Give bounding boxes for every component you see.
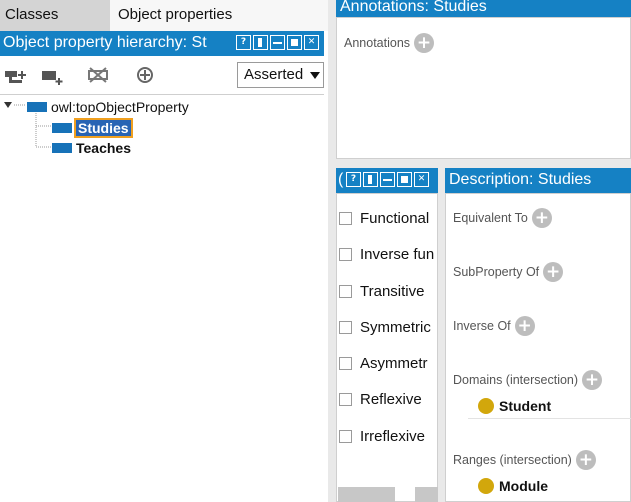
subproperty-of-section: SubProperty Of + (453, 262, 564, 282)
checkbox[interactable] (339, 211, 352, 225)
checkbox[interactable] (339, 320, 352, 334)
split-horizontal-icon[interactable] (270, 35, 285, 50)
tree-node-label: owl:topObjectProperty (51, 99, 189, 115)
characteristic-symmetric[interactable]: Symmetric (339, 317, 437, 337)
characteristic-asymmetric[interactable]: Asymmetr (339, 353, 437, 373)
description-title-bar: Description: Studies (445, 168, 631, 193)
characteristic-functional[interactable]: Functional (339, 208, 437, 228)
split-horizontal-icon[interactable] (380, 172, 395, 187)
bottom-tab[interactable] (338, 487, 395, 502)
add-subproperty-of-icon[interactable]: + (543, 262, 564, 282)
range-entry[interactable]: Module (478, 478, 548, 494)
help-icon[interactable]: ? (346, 172, 361, 187)
tree-node-label: Teaches (76, 140, 131, 156)
characteristic-reflexive[interactable]: Reflexive (339, 389, 437, 409)
checkbox[interactable] (339, 247, 352, 261)
add-equivalent-icon[interactable]: + (531, 208, 552, 228)
class-icon (478, 478, 494, 494)
property-tree: owl:topObjectProperty Studies Teaches (0, 94, 324, 502)
characteristic-irreflexive[interactable]: Irreflexive (339, 426, 437, 446)
annotations-label: Annotations (344, 36, 411, 50)
bottom-tab[interactable] (415, 487, 438, 502)
tree-node-root[interactable]: owl:topObjectProperty (27, 98, 189, 116)
ranges-section: Ranges (intersection) + (453, 450, 596, 470)
hierarchy-title: Object property hierarchy: St (3, 34, 207, 51)
class-icon (478, 398, 494, 414)
characteristic-label: Functional (360, 209, 430, 227)
range-class-label: Module (499, 478, 548, 494)
close-icon[interactable]: ✕ (414, 172, 429, 187)
add-annotation-icon[interactable]: + (414, 33, 435, 53)
add-subproperty-icon[interactable] (4, 64, 30, 86)
domains-label: Domains (intersection) (453, 373, 579, 387)
tab-bar: Classes Object properties (0, 0, 328, 31)
left-pane: Classes Object properties Object propert… (0, 0, 328, 502)
add-range-icon[interactable]: + (575, 450, 596, 470)
chevron-down-icon (310, 72, 320, 79)
annotations-title-bar: Annotations: Studies (336, 0, 631, 17)
equivalent-to-section: Equivalent To + (453, 208, 552, 228)
subproperty-of-label: SubProperty Of (453, 265, 540, 279)
domains-section: Domains (intersection) + (453, 370, 603, 390)
characteristics-title-bar: ( ? ✕ (336, 168, 438, 193)
description-panel: Equivalent To + SubProperty Of + Inverse… (445, 193, 631, 502)
characteristics-panel: Functional Inverse fun Transitive Symmet… (336, 193, 438, 502)
checkbox[interactable] (339, 392, 352, 406)
characteristic-label: Symmetric (360, 318, 431, 336)
split-vertical-icon[interactable] (363, 172, 378, 187)
ranges-label: Ranges (intersection) (453, 453, 572, 467)
tree-node-teaches[interactable]: Teaches (52, 139, 131, 157)
annotations-title: Annotations: Studies (340, 0, 487, 15)
annotations-panel: Annotations + (336, 17, 631, 159)
equivalent-to-label: Equivalent To (453, 211, 528, 225)
divider (468, 418, 631, 419)
annotations-row: Annotations + (344, 33, 435, 53)
add-inverse-icon[interactable]: + (514, 316, 535, 336)
domain-entry[interactable]: Student (478, 398, 551, 414)
expand-triangle-icon (4, 102, 12, 108)
object-property-icon (27, 102, 47, 112)
object-property-icon (52, 123, 72, 133)
hierarchy-window-controls: ? ✕ (236, 35, 319, 50)
characteristic-label: Irreflexive (360, 427, 426, 445)
target-icon[interactable] (133, 64, 159, 86)
characteristic-label: Transitive (360, 282, 425, 300)
characteristics-window-controls: ? ✕ (346, 172, 429, 187)
characteristic-inverse-functional[interactable]: Inverse fun (339, 244, 437, 264)
characteristic-label: Inverse fun (360, 245, 435, 263)
add-sibling-icon[interactable] (40, 64, 66, 86)
description-title: Description: Studies (449, 171, 592, 188)
characteristics-title: ( (338, 171, 344, 188)
hierarchy-title-bar: Object property hierarchy: St ? ✕ (0, 31, 324, 56)
tab-object-properties[interactable]: Object properties (110, 0, 328, 31)
hierarchy-view-select-value: Asserted (244, 66, 304, 83)
maximize-icon[interactable] (287, 35, 302, 50)
tab-classes[interactable]: Classes (0, 0, 110, 31)
characteristic-label: Reflexive (360, 390, 422, 408)
domain-class-label: Student (499, 398, 552, 414)
inverse-of-section: Inverse Of + (453, 316, 535, 336)
inverse-of-label: Inverse Of (453, 319, 511, 333)
checkbox[interactable] (339, 356, 352, 370)
checkbox[interactable] (339, 284, 352, 298)
characteristic-label: Asymmetr (360, 354, 428, 372)
help-icon[interactable]: ? (236, 35, 251, 50)
characteristic-transitive[interactable]: Transitive (339, 281, 437, 301)
object-property-icon (52, 143, 72, 153)
delete-property-icon[interactable] (86, 64, 112, 86)
tree-node-label: Studies (74, 118, 133, 138)
add-domain-icon[interactable]: + (582, 370, 603, 390)
hierarchy-view-select[interactable]: Asserted (237, 62, 324, 88)
checkbox[interactable] (339, 429, 352, 443)
maximize-icon[interactable] (397, 172, 412, 187)
tree-node-studies[interactable]: Studies (52, 118, 133, 138)
split-vertical-icon[interactable] (253, 35, 268, 50)
close-icon[interactable]: ✕ (304, 35, 319, 50)
